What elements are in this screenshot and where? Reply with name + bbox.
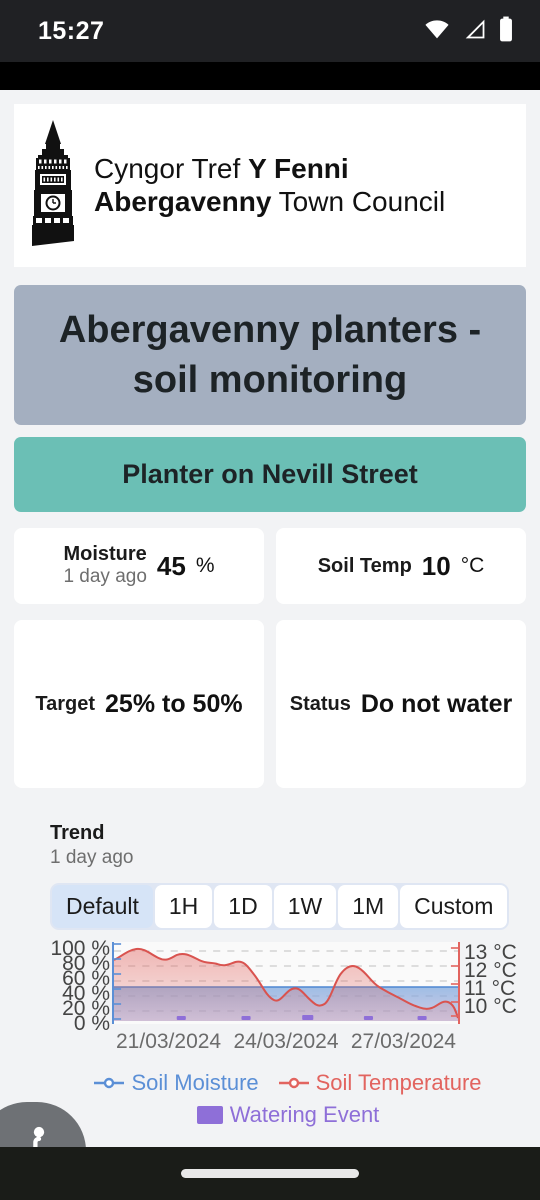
legend-item-soil-moisture[interactable]: Soil Moisture <box>94 1070 259 1096</box>
status-card[interactable]: Status Do not water <box>276 620 526 789</box>
range-option-default[interactable]: Default <box>52 885 153 929</box>
y-axis-left: 100 % 80 % 60 % 40 % 20 % 0 % <box>50 938 112 1034</box>
trend-timestamp: 1 day ago <box>50 847 134 869</box>
home-gesture-pill[interactable] <box>181 1169 359 1178</box>
line-circle-icon-red <box>278 1078 309 1089</box>
chart-svg <box>114 943 458 1022</box>
y-axis-right: 13 °C 12 °C 11 °C 10 °C <box>460 942 526 1024</box>
legend-label-watering-event: Watering Event <box>229 1102 380 1128</box>
x-tick-1: 21/03/2024 <box>116 1030 222 1054</box>
logo-welsh-bold: Y Fenni <box>248 153 349 185</box>
status-time: 15:27 <box>38 16 105 45</box>
y-right-tick-10: 10 °C <box>464 995 517 1019</box>
battery-icon <box>498 16 514 47</box>
y-left-tick-0: 0 % <box>73 1012 110 1036</box>
range-option-1h[interactable]: 1H <box>154 885 213 929</box>
soil-temp-value: 10 <box>421 550 451 581</box>
legend-label-soil-temperature: Soil Temperature <box>315 1070 482 1096</box>
status-icon-group <box>423 16 514 47</box>
x-tick-2: 24/03/2024 <box>233 1030 339 1054</box>
logo-line-english: Abergavenny Town Council <box>94 186 445 218</box>
moisture-label: Moisture <box>63 543 147 566</box>
logo-line-welsh: Cyngor Tref Y Fenni <box>94 153 445 185</box>
chart-plot-area[interactable] <box>112 942 460 1025</box>
status-value: Do not water <box>360 689 513 718</box>
soil-temp-label: Soil Temp <box>317 554 412 577</box>
notch-strip <box>0 62 540 90</box>
trend-chart[interactable]: 100 % 80 % 60 % 40 % 20 % 0 % 13 °C 12 °… <box>50 938 526 1128</box>
trend-title: Trend <box>50 822 105 845</box>
status-label: Status <box>289 692 351 715</box>
range-option-1d[interactable]: 1D <box>214 885 272 929</box>
clock-tower-logo-icon <box>24 118 82 253</box>
page-title: Abergavenny planters - soil monitoring <box>14 285 526 426</box>
device-title[interactable]: Planter on Nevill Street <box>14 437 526 513</box>
metric-row-primary: Moisture 1 day ago 45 % Soil Temp 10 °C <box>14 528 526 605</box>
metric-row-secondary: Target 25% to 50% Status Do not water <box>14 620 526 789</box>
range-option-1m[interactable]: 1M <box>338 885 399 929</box>
trend-section: Trend 1 day ago Default 1H 1D 1W 1M Cust… <box>14 822 526 1128</box>
android-gesture-bar <box>0 1147 540 1200</box>
logo-english-bold: Abergavenny <box>94 185 272 217</box>
phone-screen: 15:27 Cyngor Tref Y Fenni Abergavenny To… <box>0 0 540 1200</box>
moisture-timestamp: 1 day ago <box>63 566 147 588</box>
cell-signal-icon <box>462 18 487 45</box>
page-content: Cyngor Tref Y Fenni Abergavenny Town Cou… <box>14 104 526 1128</box>
app-page: Cyngor Tref Y Fenni Abergavenny Town Cou… <box>0 90 540 1147</box>
x-tick-3: 27/03/2024 <box>350 1030 456 1054</box>
moisture-unit: % <box>195 554 215 578</box>
moisture-card[interactable]: Moisture 1 day ago 45 % <box>14 528 264 605</box>
soil-temp-card[interactable]: Soil Temp 10 °C <box>276 528 526 605</box>
target-value: 25% to 50% <box>105 689 243 718</box>
time-range-selector[interactable]: Default 1H 1D 1W 1M Custom <box>50 883 510 931</box>
legend-label-soil-moisture: Soil Moisture <box>131 1070 259 1096</box>
square-swatch-icon-purple <box>196 1106 223 1125</box>
range-option-1w[interactable]: 1W <box>273 885 337 929</box>
logo-english-light: Town Council <box>271 185 446 217</box>
wifi-icon <box>423 18 451 45</box>
range-option-custom[interactable]: Custom <box>400 885 508 929</box>
legend-item-soil-temperature[interactable]: Soil Temperature <box>278 1070 482 1096</box>
legend-row-primary: Soil Moisture Soil Temperature <box>94 1070 482 1096</box>
moisture-value: 45 <box>156 550 186 581</box>
logo-welsh-light: Cyngor Tref <box>94 153 249 185</box>
target-label: Target <box>35 692 96 715</box>
target-card[interactable]: Target 25% to 50% <box>14 620 264 789</box>
council-logo-text: Cyngor Tref Y Fenni Abergavenny Town Cou… <box>94 153 445 218</box>
soil-temp-unit: °C <box>460 554 485 578</box>
council-logo-header: Cyngor Tref Y Fenni Abergavenny Town Cou… <box>14 104 526 267</box>
chart-legend: Soil Moisture Soil Temperature Watering … <box>50 1070 526 1128</box>
x-axis-labels: 21/03/2024 24/03/2024 27/03/2024 <box>116 1030 456 1054</box>
legend-row-secondary: Watering Event <box>196 1102 380 1128</box>
accessibility-icon <box>33 1126 45 1147</box>
android-status-bar: 15:27 <box>0 0 540 62</box>
legend-item-watering-event[interactable]: Watering Event <box>196 1102 380 1128</box>
line-circle-icon-blue <box>94 1078 125 1089</box>
